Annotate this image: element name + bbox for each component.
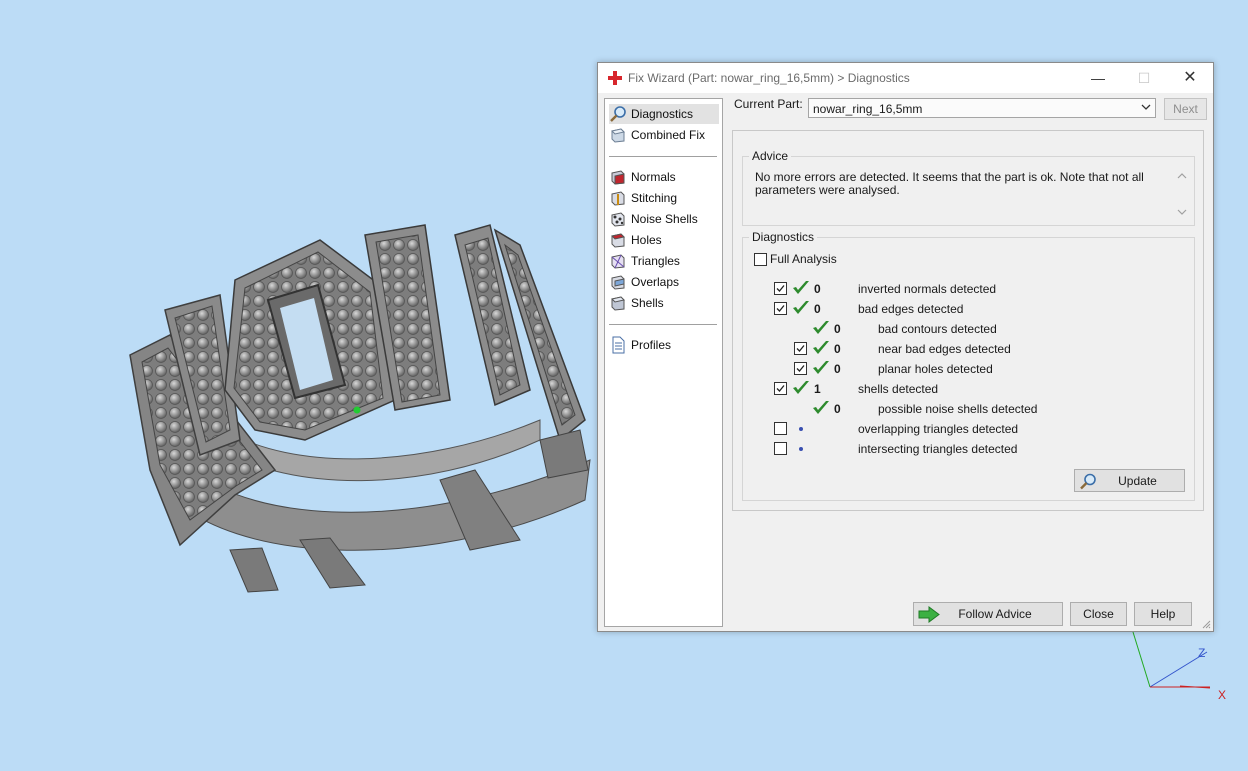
current-part-select[interactable]: nowar_ring_16,5mm — [808, 98, 1156, 118]
advice-scrollbar[interactable] — [1176, 170, 1188, 218]
count-value: 0 — [834, 362, 841, 376]
pending-dot-icon — [799, 427, 803, 431]
advice-text: No more errors are detected. It seems th… — [755, 170, 1144, 197]
noise-shells-icon — [611, 212, 625, 227]
nav-separator — [609, 324, 717, 325]
overlapping-triangles-checkbox[interactable] — [774, 422, 787, 435]
nav-item-normals[interactable]: Normals — [609, 167, 719, 187]
close-window-button[interactable]: ✕ — [1167, 63, 1213, 93]
axis-gizmo: Z X — [1125, 630, 1235, 710]
ring-model[interactable] — [0, 150, 600, 770]
bad-edges-checkbox[interactable] — [774, 302, 787, 315]
diagnostics-panel: Advice No more errors are detected. It s… — [732, 130, 1204, 511]
nav-item-stitching[interactable]: Stitching — [609, 188, 719, 208]
diagnostic-label: intersecting triangles detected — [858, 442, 1018, 456]
full-analysis-checkbox[interactable] — [754, 253, 767, 266]
normals-cube-icon — [611, 170, 625, 185]
diagnostic-label: shells detected — [858, 382, 939, 396]
nav-item-label: Combined Fix — [631, 128, 706, 142]
planar-holes-checkbox[interactable] — [794, 362, 807, 375]
diagnostic-label: bad edges detected — [858, 302, 964, 316]
advice-group: Advice No more errors are detected. It s… — [742, 149, 1195, 226]
current-part-label: Current Part: — [734, 97, 803, 111]
nav-item-label: Shells — [631, 296, 664, 310]
window-title: Fix Wizard (Part: nowar_ring_16,5mm) > D… — [628, 71, 910, 85]
check-icon — [793, 281, 809, 294]
nav-item-label: Holes — [631, 233, 662, 247]
app-cross-icon — [608, 71, 622, 85]
diagnostics-title: Diagnostics — [749, 230, 818, 244]
shells-cube-icon — [611, 296, 625, 311]
inverted-normals-checkbox[interactable] — [774, 282, 787, 295]
nav-item-label: Triangles — [631, 254, 680, 268]
axis-z-label: Z — [1198, 646, 1206, 660]
nav-item-holes[interactable]: Holes — [609, 230, 719, 250]
count-value: 0 — [834, 322, 841, 336]
diagnostic-label: possible noise shells detected — [878, 402, 1038, 416]
nav-item-label: Profiles — [631, 338, 672, 352]
nav-item-noise-shells[interactable]: Noise Shells — [609, 209, 719, 229]
nav-item-label: Overlaps — [631, 275, 680, 289]
count-value: 0 — [814, 282, 821, 296]
diagnostic-label: bad contours detected — [878, 322, 997, 336]
check-icon — [793, 301, 809, 314]
nav-item-triangles[interactable]: Triangles — [609, 251, 719, 271]
diagnostics-group: Diagnostics Full Analysis 0 inverted nor… — [742, 230, 1195, 501]
next-button[interactable]: Next — [1164, 98, 1207, 120]
intersecting-triangles-checkbox[interactable] — [774, 442, 787, 455]
current-part-value: nowar_ring_16,5mm — [813, 102, 923, 116]
close-button[interactable]: Close — [1070, 602, 1127, 626]
follow-advice-label: Follow Advice — [958, 607, 1032, 621]
nav-item-shells[interactable]: Shells — [609, 293, 719, 313]
arrow-right-icon — [918, 606, 940, 623]
nav-item-diagnostics[interactable]: Diagnostics — [609, 104, 719, 124]
check-icon — [793, 381, 809, 394]
triangles-icon — [611, 254, 625, 269]
nav-separator — [609, 156, 717, 157]
magnifier-icon — [610, 106, 626, 122]
stitching-cube-icon — [611, 191, 625, 206]
document-icon — [612, 336, 625, 354]
diagnostic-label: planar holes detected — [878, 362, 993, 376]
cube-icon — [611, 128, 625, 143]
fix-wizard-nav: Diagnostics Combined Fix Normals Stitchi… — [604, 98, 723, 627]
overlaps-cube-icon — [611, 275, 625, 290]
advice-title: Advice — [749, 149, 792, 163]
nav-item-label: Stitching — [631, 191, 678, 205]
near-bad-edges-checkbox[interactable] — [794, 342, 807, 355]
chevron-down-icon — [1141, 104, 1151, 110]
help-button[interactable]: Help — [1134, 602, 1192, 626]
nav-item-combined-fix[interactable]: Combined Fix — [609, 125, 719, 145]
nav-item-overlaps[interactable]: Overlaps — [609, 272, 719, 292]
shells-checkbox[interactable] — [774, 382, 787, 395]
minimize-button[interactable]: — — [1075, 63, 1121, 93]
maximize-button[interactable]: ☐ — [1121, 63, 1167, 93]
count-value: 0 — [834, 402, 841, 416]
title-bar[interactable]: Fix Wizard (Part: nowar_ring_16,5mm) > D… — [598, 63, 1213, 93]
diagnostic-label: near bad edges detected — [878, 342, 1011, 356]
count-value: 1 — [814, 382, 821, 396]
diagnostic-label: overlapping triangles detected — [858, 422, 1019, 436]
resize-grip-icon[interactable] — [1201, 619, 1211, 629]
nav-item-profiles[interactable]: Profiles — [609, 335, 719, 355]
fix-wizard-dialog: Fix Wizard (Part: nowar_ring_16,5mm) > D… — [597, 62, 1214, 632]
update-label: Update — [1118, 474, 1157, 488]
axis-x-label: X — [1218, 688, 1227, 702]
check-icon — [813, 341, 829, 354]
nav-item-label: Diagnostics — [631, 107, 694, 121]
check-icon — [813, 361, 829, 374]
follow-advice-button[interactable]: Follow Advice — [913, 602, 1063, 626]
holes-cube-icon — [611, 233, 625, 248]
check-icon — [813, 401, 829, 414]
diagnostic-label: inverted normals detected — [858, 282, 997, 296]
nav-item-label: Normals — [631, 170, 676, 184]
full-analysis-label: Full Analysis — [770, 252, 837, 266]
count-value: 0 — [814, 302, 821, 316]
count-value: 0 — [834, 342, 841, 356]
advice-text-box: No more errors are detected. It seems th… — [743, 162, 1194, 225]
update-button[interactable]: Update — [1074, 469, 1185, 492]
pending-dot-icon — [799, 447, 803, 451]
nav-item-label: Noise Shells — [631, 212, 698, 226]
check-icon — [813, 321, 829, 334]
